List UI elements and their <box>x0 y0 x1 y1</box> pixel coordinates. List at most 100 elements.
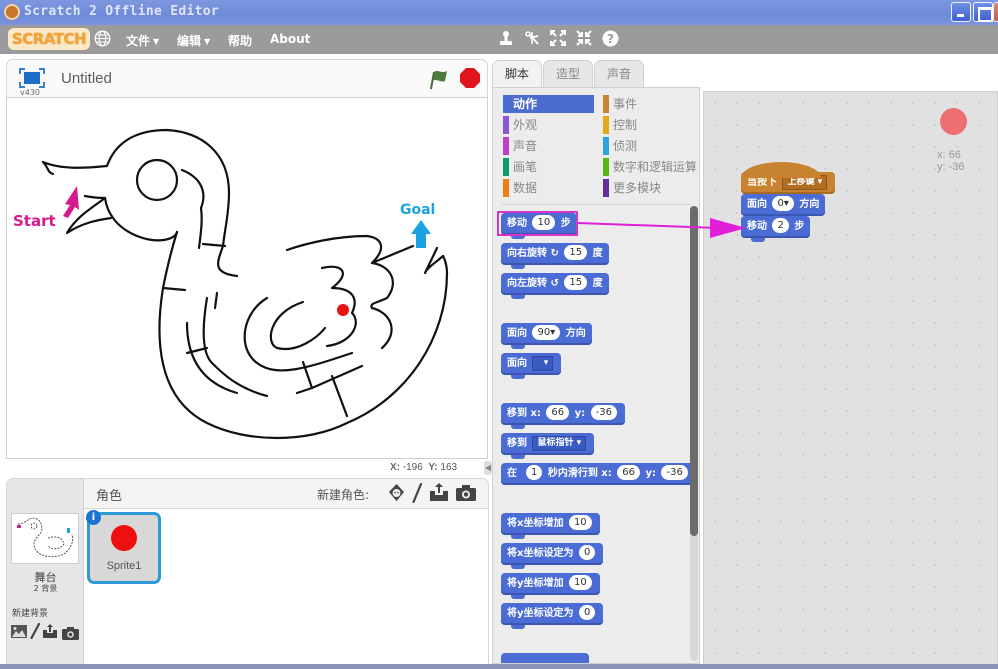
green-flag-button[interactable] <box>427 68 449 90</box>
block-input-value[interactable]: 0 <box>579 605 596 620</box>
block-input-steps[interactable]: 2 <box>772 218 789 233</box>
block-label: 向右旋转 <box>507 248 547 259</box>
block-change-x[interactable]: 将x坐标增加 10 <box>501 513 600 539</box>
project-title[interactable]: Untitled <box>61 70 112 87</box>
block-input-value[interactable]: 0 <box>578 545 596 560</box>
stage-thumbnail[interactable] <box>11 513 79 564</box>
grow-icon[interactable] <box>549 30 567 48</box>
tab-sounds[interactable]: 声音 <box>594 60 644 88</box>
palette-scrollbar-thumb[interactable] <box>690 206 698 536</box>
rotate-clockwise-icon: ↻ <box>550 248 559 259</box>
stop-button[interactable] <box>459 67 481 89</box>
script-block-point-in-direction[interactable]: 面向 0▾ 方向 <box>741 194 826 220</box>
collapse-stage-arrow-icon[interactable]: ◀ <box>484 461 492 475</box>
camera-sprite-icon[interactable] <box>456 485 476 501</box>
block-input-y[interactable]: -36 <box>661 465 688 480</box>
category-label: 数据 <box>513 181 538 195</box>
block-label: 度 <box>592 248 603 259</box>
close-button[interactable] <box>993 2 998 22</box>
block-input-value[interactable]: 10 <box>568 515 592 530</box>
block-go-to[interactable]: 移到 鼠标指针 ▾ <box>501 433 595 459</box>
category-more-blocks[interactable]: 更多模块 <box>603 179 661 197</box>
stage-canvas[interactable]: Start Goal <box>6 97 488 459</box>
category-control[interactable]: 控制 <box>603 116 637 134</box>
scratch-logo[interactable]: SCRATCH <box>8 28 91 50</box>
upload-sprite-icon[interactable] <box>429 482 449 502</box>
menu-file[interactable]: 文件 ▼ <box>126 32 159 49</box>
sprite-list-header: 角色 新建角色: <box>84 479 488 509</box>
block-point-towards[interactable]: 面向 ▾ <box>501 353 562 379</box>
block-set-y[interactable]: 将y坐标设定为 0 <box>501 603 604 629</box>
sprite-info-icon[interactable]: i <box>86 510 101 525</box>
presentation-mode-icon[interactable] <box>19 68 45 88</box>
category-swatch <box>603 158 609 176</box>
category-operators[interactable]: 数字和逻辑运算 <box>603 158 697 176</box>
category-swatch <box>503 158 509 176</box>
category-data[interactable]: 数据 <box>503 179 537 197</box>
block-dropdown-value: 鼠标指针 <box>537 438 574 448</box>
paint-sprite-icon[interactable] <box>412 482 423 504</box>
block-dropdown-key[interactable]: 上移键 ▾ <box>782 175 828 190</box>
menu-help[interactable]: 帮助 <box>228 32 252 49</box>
backdrop-library-icon[interactable] <box>11 624 27 638</box>
block-label: 步 <box>794 221 805 232</box>
script-block-when-key-pressed[interactable]: 当按下 上移键 ▾ <box>741 162 836 198</box>
palette-scrollbar[interactable] <box>690 206 698 661</box>
block-label: 方向 <box>565 328 586 339</box>
block-input-degrees[interactable]: 15 <box>564 245 588 260</box>
window-bottom-edge <box>0 664 998 669</box>
cut-scissors-icon[interactable] <box>523 30 541 48</box>
sprite-red-dot[interactable] <box>337 304 349 316</box>
block-dropdown-target[interactable]: ▾ <box>532 356 554 371</box>
upload-backdrop-icon[interactable] <box>42 623 58 639</box>
camera-backdrop-icon[interactable] <box>62 625 79 640</box>
category-divider <box>502 204 690 205</box>
category-pen[interactable]: 画笔 <box>503 158 537 176</box>
help-icon[interactable]: ? <box>601 30 619 48</box>
block-partial-hidden[interactable] <box>501 653 589 663</box>
maximize-button[interactable] <box>973 2 993 22</box>
category-label: 控制 <box>613 118 638 132</box>
minimize-button[interactable] <box>951 2 971 22</box>
block-dropdown-target[interactable]: 鼠标指针 ▾ <box>532 436 587 451</box>
shrink-icon[interactable] <box>575 30 593 48</box>
block-input-x[interactable]: 66 <box>617 465 640 480</box>
script-block-move-steps[interactable]: 移动 2 步 <box>741 216 811 242</box>
category-sound[interactable]: 声音 <box>503 137 537 155</box>
category-looks[interactable]: 外观 <box>503 116 537 134</box>
language-globe-icon[interactable] <box>93 30 111 48</box>
sprite-x-label: x: <box>937 149 946 161</box>
menu-edit[interactable]: 编辑 ▼ <box>177 32 210 49</box>
block-input-x[interactable]: 66 <box>546 405 570 420</box>
block-point-in-direction[interactable]: 面向 90▾ 方向 <box>501 323 592 349</box>
category-motion[interactable]: 动作 <box>503 95 594 113</box>
duplicate-stamp-icon[interactable] <box>497 30 515 48</box>
sprite-library-icon[interactable] <box>388 484 405 502</box>
block-set-x[interactable]: 将x坐标设定为 0 <box>501 543 604 569</box>
block-input-value[interactable]: 10 <box>569 575 592 590</box>
category-sensing[interactable]: 侦测 <box>603 137 637 155</box>
block-input-y[interactable]: -36 <box>590 405 617 420</box>
paint-backdrop-icon[interactable] <box>30 622 41 640</box>
current-sprite-coordinates: x: 66 y: -36 <box>937 149 965 173</box>
category-events[interactable]: 事件 <box>603 95 637 113</box>
new-backdrop-label: 新建背景 <box>12 609 49 619</box>
block-turn-right[interactable]: 向右旋转 ↻ 15 度 <box>501 243 609 269</box>
menu-about[interactable]: About <box>270 32 310 46</box>
tab-scripts[interactable]: 脚本 <box>492 60 542 89</box>
sprite-pane: 舞台 2 背景 新建背景 角色 新建角色: Sprite1 i <box>6 478 489 666</box>
tab-costumes[interactable]: 造型 <box>543 60 593 88</box>
block-input-direction[interactable]: 0▾ <box>772 196 794 211</box>
category-swatch <box>603 95 609 113</box>
block-glide[interactable]: 在 1 秒内滑行到 x: 66 y: -36 <box>501 463 691 485</box>
current-sprite-preview <box>940 108 967 135</box>
block-go-to-xy[interactable]: 移到 x: 66 y: -36 <box>501 403 625 429</box>
mouse-coordinates: X: -196 Y: 163 <box>390 462 457 473</box>
block-label: y: <box>645 468 656 479</box>
block-label: y: <box>574 408 586 419</box>
block-input-degrees[interactable]: 15 <box>564 275 588 290</box>
block-input-secs[interactable]: 1 <box>525 465 543 480</box>
block-change-y[interactable]: 将y坐标增加 10 <box>501 573 600 599</box>
block-turn-left[interactable]: 向左旋转 ↺ 15 度 <box>501 273 609 299</box>
block-input-direction[interactable]: 90▾ <box>532 325 561 340</box>
